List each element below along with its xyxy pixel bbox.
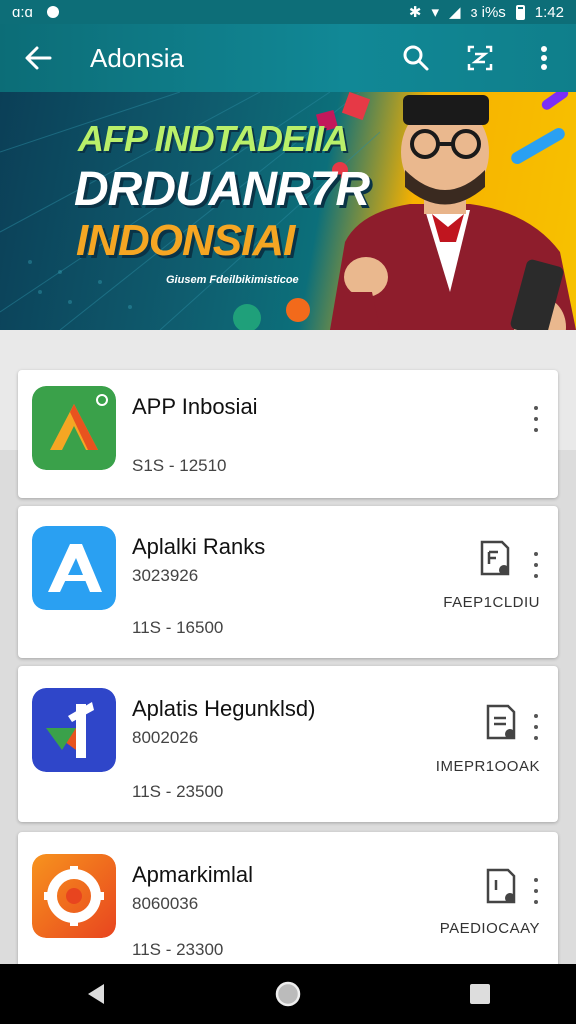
app-action-label[interactable]: IMEPR1OOAK [436,758,540,775]
signal-icon: ◢ [449,4,461,21]
item-more-button[interactable] [528,878,544,904]
banner-line-4: Giusem Fdeilbikimisticoe [166,274,299,286]
battery-icon [515,4,525,20]
bluetooth-icon: ✱ [408,4,422,21]
app-name: Aplalki Ranks [132,534,266,559]
more-vert-icon [541,46,547,70]
promo-banner[interactable]: AFP INDTADEIIA DRDUANR7R INDONSIAI Giuse… [0,92,576,330]
install-file-icon[interactable] [484,704,518,742]
page-title: Adonsia [90,42,184,73]
navy-flag-app-icon [32,688,116,772]
banner-line-1: AFP INDTADEIIA [78,118,349,159]
app-subtitle: 8002026 [132,728,199,747]
app-action-label[interactable]: FAEP1CLDIU [443,594,540,611]
status-time: 1:42 [534,3,564,21]
app-size: 11S - 16500 [132,618,224,637]
banner-line-3: INDONSIAI [76,216,295,265]
app-name: APP Inbosiai [132,394,258,419]
status-bar: ɑ:ɑ ✱ ▾ ◢ ɜ i%s 1:42 [0,0,576,24]
app-size: 11S - 23500 [132,782,224,801]
nav-home-button[interactable] [258,964,318,1024]
item-more-button[interactable] [528,714,544,740]
wifi-icon: ▾ [431,4,440,21]
nav-recents-button[interactable] [450,964,510,1024]
app-size: 11S - 23300 [132,940,224,959]
app-size: S1S - 12510 [132,456,227,475]
status-signal-text: ɜ i%s [470,3,506,21]
scan-button[interactable] [448,24,512,92]
square-recents-icon [470,984,490,1004]
app-action-label[interactable]: PAEDIOCAAY [440,920,540,937]
nav-back-button[interactable] [66,964,126,1024]
list-item-app-2[interactable]: Aplalki Ranks 3023926 11S - 16500 FAEP1C… [18,506,558,658]
install-file-icon[interactable] [478,540,512,578]
circle-home-icon [275,981,301,1007]
app-name: Aplatis Hegunklsd) [132,696,316,721]
app-bar: Adonsia [0,24,576,92]
status-left-text: ɑ:ɑ [12,3,33,21]
list-item-app-3[interactable]: Aplatis Hegunklsd) 8002026 11S - 23500 I… [18,666,558,822]
app-name: Apmarkimlal [132,862,254,887]
orange-gear-app-icon [32,854,116,938]
notification-dot-icon [46,6,59,18]
back-arrow-icon [25,46,52,70]
search-button[interactable] [384,24,448,92]
install-file-icon[interactable] [484,868,518,906]
system-navigation-bar [0,964,576,1024]
banner-line-2: DRDUANR7R [74,163,370,216]
back-button[interactable] [0,24,76,92]
item-more-button[interactable] [528,552,544,578]
item-more-button[interactable] [528,406,544,432]
more-options-button[interactable] [512,24,576,92]
triangle-back-icon [88,984,104,1004]
search-icon [403,45,429,71]
green-triangle-app-icon [32,386,116,470]
app-subtitle: 3023926 [132,566,199,585]
list-item-app-4[interactable]: Apmarkimlal 8060036 11S - 23300 PAEDIOCA… [18,832,558,972]
list-item-app-1[interactable]: APP Inbosiai S1S - 12510 [18,370,558,498]
scan-icon [467,45,493,71]
app-subtitle: 8060036 [132,894,199,913]
blue-a-app-icon [32,526,116,610]
